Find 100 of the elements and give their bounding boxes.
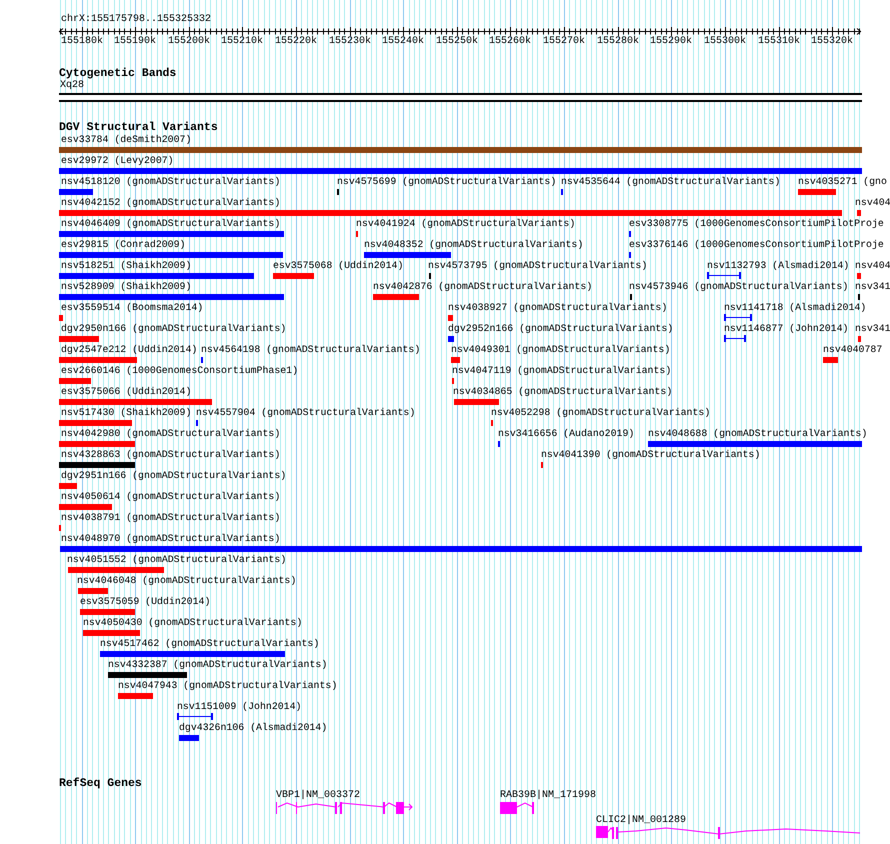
variant-label: nsv4573795 (gnomADStructuralVariants) (428, 260, 648, 272)
ruler-tick-label: 155220k (275, 36, 317, 48)
variant-bar[interactable] (68, 567, 164, 573)
variant-label: dgv2952n166 (gnomADStructuralVariants) (448, 323, 674, 335)
variant-label: nsv1141718 (Alsmadi2014) (724, 302, 866, 314)
variant-label: nsv341 (855, 323, 890, 335)
variant-bar[interactable] (59, 168, 862, 174)
variant-label: dgv4326n106 (Alsmadi2014) (179, 722, 328, 734)
ruler-tick-label: 155290k (650, 36, 692, 48)
variant-label: nsv4051552 (gnomADStructuralVariants) (67, 554, 286, 566)
variant-label: nsv517430 (Shaikh2009) (61, 407, 192, 419)
variant-bar[interactable] (100, 651, 285, 657)
variant-label: nsv4047119 (gnomADStructuralVariants) (452, 365, 672, 377)
variant-bar[interactable] (454, 399, 499, 405)
variant-label: esv3376146 (1000GenomesConsortiumPilotProje (629, 239, 884, 251)
variant-label: nsv4042980 (gnomADStructuralVariants) (61, 428, 280, 440)
variant-label: nsv4328863 (gnomADStructuralVariants) (61, 449, 280, 461)
variant-bar[interactable] (858, 336, 861, 342)
ruler-tick-label: 155300k (704, 36, 746, 48)
variant-label: nsv4050614 (gnomADStructuralVariants) (61, 491, 280, 503)
variant-label: nsv4046409 (gnomADStructuralVariants) (61, 218, 280, 230)
gene-label: CLIC2|NM_001289 (596, 815, 686, 827)
ruler-tick-label: 155190k (114, 36, 156, 48)
variant-bar[interactable] (451, 357, 460, 363)
variant-interval[interactable] (177, 713, 213, 720)
variant-bar[interactable] (59, 336, 99, 342)
gene-model-drawing[interactable] (596, 826, 860, 839)
variant-bar[interactable] (59, 231, 284, 237)
variant-bar[interactable] (108, 672, 187, 678)
ruler-tick-label: 155200k (168, 36, 210, 48)
ruler-tick-label: 155260k (489, 36, 531, 48)
variant-label: nsv4518120 (gnomADStructuralVariants) (61, 176, 280, 188)
gene-label: RAB39B|NM_171998 (500, 790, 596, 802)
variant-bar[interactable] (857, 273, 861, 279)
variant-bar[interactable] (59, 147, 862, 153)
variant-label: nsv4048688 (gnomADStructuralVariants) (648, 428, 868, 440)
variant-bar[interactable] (59, 294, 284, 300)
variant-bar[interactable] (60, 546, 862, 552)
variant-interval[interactable] (724, 314, 752, 321)
variant-bar[interactable] (59, 357, 137, 363)
ruler-tick-label: 155240k (382, 36, 424, 48)
variant-bar[interactable] (83, 630, 140, 636)
variant-bar[interactable] (59, 399, 212, 405)
ruler-tick-label: 155270k (543, 36, 585, 48)
variant-bar[interactable] (448, 336, 454, 342)
variant-label: nsv4040787 (823, 344, 882, 356)
variant-label: nsv4042876 (gnomADStructuralVariants) (373, 281, 592, 293)
variant-bar[interactable] (857, 210, 861, 216)
variant-bar[interactable] (78, 588, 108, 594)
variant-label: nsv4052298 (gnomADStructuralVariants) (491, 407, 710, 419)
variant-bar[interactable] (59, 252, 283, 258)
variant-bar[interactable] (798, 189, 836, 195)
variant-label: nsv4034865 (gnomADStructuralVariants) (453, 386, 672, 398)
variant-bar[interactable] (823, 357, 838, 363)
ruler-tick-label: 155230k (329, 36, 371, 48)
variant-label: nsv3416656 (Audano2019) (498, 428, 634, 440)
variant-label: nsv4332387 (gnomADStructuralVariants) (108, 659, 328, 671)
variant-bar[interactable] (59, 315, 63, 321)
band-label: Xq28 (60, 80, 84, 92)
variant-bar[interactable] (59, 210, 842, 216)
variant-bar[interactable] (373, 294, 419, 300)
gene-label: VBP1|NM_003372 (276, 790, 360, 802)
variant-label: nsv4573946 (gnomADStructuralVariants) (629, 281, 848, 293)
variant-label: nsv341 (855, 281, 890, 293)
variant-bar[interactable] (59, 189, 93, 195)
variant-bar[interactable] (59, 378, 91, 384)
variant-bar[interactable] (59, 462, 135, 468)
track-title: Cytogenetic Bands (59, 67, 176, 80)
variant-label: nsv1151009 (John2014) (177, 701, 302, 713)
variant-label: esv29972 (Levy2007) (61, 155, 174, 167)
variant-interval[interactable] (707, 272, 741, 279)
variant-bar[interactable] (59, 441, 135, 447)
track-title: DGV Structural Variants (59, 121, 218, 134)
variant-bar[interactable] (59, 504, 112, 510)
variant-bar[interactable] (273, 273, 314, 279)
variant-label: esv3559514 (Boomsma2014) (61, 302, 204, 314)
ruler-tick-label: 155180k (61, 36, 103, 48)
variant-bar[interactable] (59, 273, 254, 279)
variant-label: nsv4517462 (gnomADStructuralVariants) (100, 638, 320, 650)
variant-bar[interactable] (364, 252, 451, 258)
variant-label: nsv4042152 (gnomADStructuralVariants) (61, 197, 280, 209)
locus-label: chrX:155175798..155325332 (61, 14, 212, 26)
variant-label: esv3575066 (Uddin2014) (61, 386, 192, 398)
variant-bar[interactable] (448, 315, 453, 321)
variant-label: nsv4047943 (gnomADStructuralVariants) (118, 680, 338, 692)
ruler-tick-label: 155250k (436, 36, 478, 48)
variant-bar[interactable] (59, 483, 77, 489)
variant-bar[interactable] (648, 441, 862, 447)
variant-label: esv2660146 (1000GenomesConsortiumPhase1) (61, 365, 298, 377)
gene-model-drawing[interactable] (276, 802, 413, 814)
variant-bar[interactable] (59, 420, 132, 426)
variant-label: nsv4048352 (gnomADStructuralVariants) (364, 239, 584, 251)
variant-label: nsv404 (855, 197, 890, 209)
variant-interval[interactable] (724, 335, 746, 342)
variant-bar[interactable] (118, 693, 153, 699)
track-title: RefSeq Genes (59, 777, 142, 790)
variant-bar[interactable] (179, 735, 199, 741)
variant-label: nsv4046048 (gnomADStructuralVariants) (77, 575, 296, 587)
variant-bar[interactable] (80, 609, 135, 615)
gene-model-drawing[interactable] (500, 802, 534, 814)
